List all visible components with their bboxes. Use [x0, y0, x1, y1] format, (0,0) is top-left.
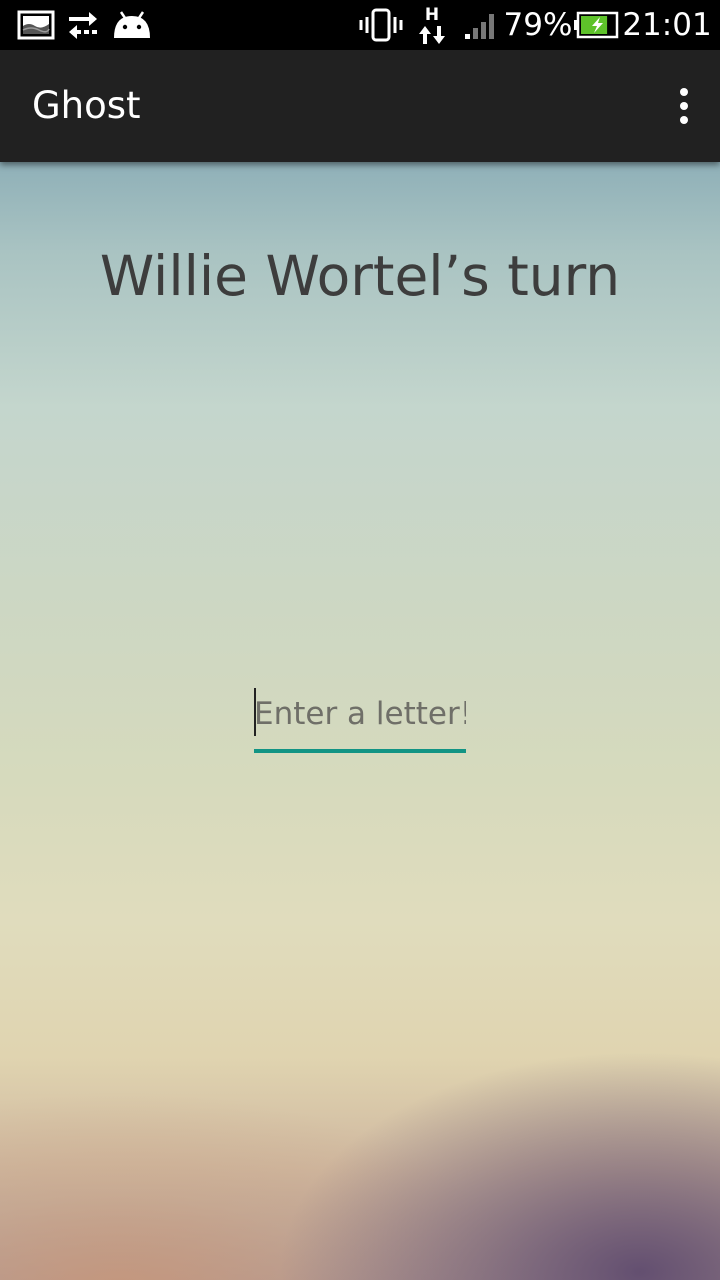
android-icon: [110, 0, 154, 50]
overflow-dot: [680, 88, 688, 96]
app-title: Ghost: [32, 84, 141, 127]
clock-container: 21:01: [622, 0, 712, 50]
overflow-dot: [680, 116, 688, 124]
status-bar: H 79% 21:01: [0, 0, 720, 50]
gallery-icon: [16, 0, 56, 50]
battery-charging-icon: [572, 0, 620, 50]
screen: H 79% 21:01 Ghost Willie Wortel’s turn E…: [0, 0, 720, 1280]
overflow-dot: [680, 102, 688, 110]
signal-icon: [462, 0, 500, 50]
battery-percent: 79%: [503, 7, 573, 43]
letter-input-container: [254, 682, 466, 754]
sync-arrows-icon: [64, 0, 102, 50]
input-underline: [254, 749, 466, 753]
battery-percent-container: 79%: [503, 0, 573, 50]
turn-heading: Willie Wortel’s turn: [99, 244, 621, 308]
vibrate-icon: [358, 0, 404, 50]
text-cursor: [254, 688, 256, 736]
network-type-label: H: [424, 4, 440, 25]
clock: 21:01: [622, 7, 712, 43]
action-bar: Ghost: [0, 50, 720, 162]
overflow-menu-icon[interactable]: [660, 74, 708, 138]
game-content: Willie Wortel’s turn: [0, 162, 720, 1280]
letter-input[interactable]: [254, 682, 466, 746]
hspa-data-icon: H: [414, 0, 450, 50]
